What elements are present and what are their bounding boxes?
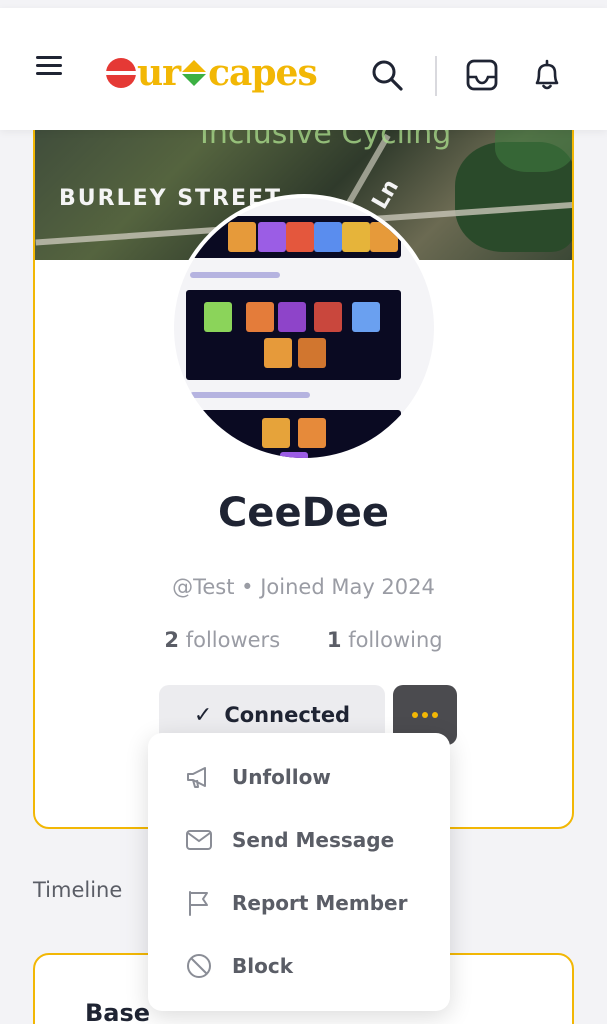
followers-label: followers (185, 628, 281, 652)
connected-label: Connected (224, 703, 351, 727)
menu-item-label: Unfollow (232, 765, 331, 789)
following-label: following (348, 628, 443, 652)
envelope-icon (186, 830, 212, 850)
followers-count: 2 (164, 628, 180, 652)
avatar[interactable] (170, 194, 438, 462)
menu-item-report-member[interactable]: Report Member (148, 875, 450, 931)
menu-item-unfollow[interactable]: Unfollow (148, 749, 450, 805)
menu-item-label: Report Member (232, 891, 408, 915)
follow-stats: 2 followers 1 following (0, 628, 607, 652)
menu-item-label: Block (232, 954, 293, 978)
megaphone-icon (187, 767, 206, 788)
block-icon (187, 954, 211, 978)
cover-road-label: Ln (367, 175, 405, 214)
flag-icon (189, 891, 208, 916)
menu-item-block[interactable]: Block (148, 938, 450, 994)
logo-text-left: ur (137, 52, 181, 94)
profile-options-menu: Unfollow Send Message Report Member Bloc… (148, 733, 450, 1011)
site-logo[interactable]: ur capes (106, 48, 318, 98)
profile-name: CeeDee (217, 490, 390, 536)
inbox-icon[interactable] (465, 58, 499, 92)
followers-link[interactable]: 2 followers (164, 628, 280, 652)
menu-item-send-message[interactable]: Send Message (148, 812, 450, 868)
hamburger-menu-icon[interactable] (36, 56, 66, 78)
header-divider (435, 56, 437, 96)
profile-meta: @Test • Joined May 2024 (172, 575, 435, 599)
logo-arrows-icon (182, 60, 207, 86)
app-header: ur capes (0, 8, 607, 130)
logo-text-right: capes (208, 52, 318, 94)
bell-icon[interactable] (530, 58, 564, 92)
check-icon: ✓ (193, 702, 213, 728)
status-strip (0, 0, 607, 8)
logo-circle (106, 58, 136, 88)
post-title: Base (85, 999, 151, 1024)
search-icon[interactable] (370, 58, 404, 92)
menu-item-label: Send Message (232, 828, 395, 852)
timeline-heading[interactable]: Timeline (33, 878, 122, 902)
following-count: 1 (326, 628, 342, 652)
following-link[interactable]: 1 following (327, 628, 443, 652)
